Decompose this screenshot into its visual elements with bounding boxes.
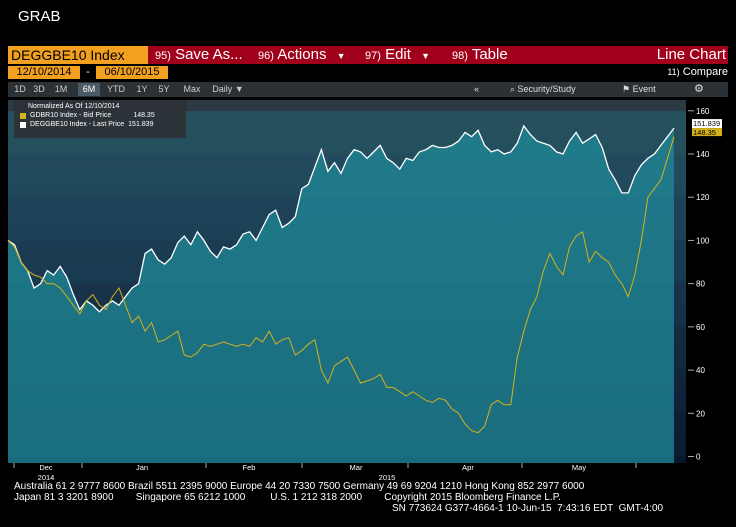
- legend-value-deggbe10: 151.839: [128, 121, 154, 128]
- y-tick-label-20: 20: [696, 409, 705, 418]
- y-tick-label-100: 100: [696, 236, 710, 245]
- x-month-label-mar: Mar: [350, 463, 363, 472]
- y-tick-label-160: 160: [696, 107, 710, 116]
- legend-header: Normalized As Of 12/10/2014: [28, 103, 120, 110]
- x-month-label-feb: Feb: [243, 463, 256, 472]
- chart-legend: Normalized As Of 12/10/2014 GDBR10 Index…: [14, 100, 186, 138]
- footer-contacts-line-2: Japan 81 3 3201 8900 Singapore 65 6212 1…: [14, 492, 561, 503]
- legend-swatch-yellow: [20, 112, 26, 119]
- y-tick-label-140: 140: [696, 150, 710, 159]
- y-tick-label-40: 40: [696, 366, 705, 375]
- legend-item-gdbr10: GDBR10 Index - Bid Price 148.35: [14, 112, 186, 119]
- legend-value-gdbr10: 148.35: [133, 112, 155, 119]
- x-month-label-dec: Dec: [39, 463, 53, 472]
- price-chart: 020406080100120140160151.839148.35Dec Jan…: [7, 100, 728, 482]
- y-tick-label-120: 120: [696, 193, 710, 202]
- x-month-label-may: May: [572, 463, 586, 472]
- x-month-label-jan: Jan: [136, 463, 148, 472]
- x-month-label-apr: Apr: [462, 463, 474, 472]
- footer-session-line: SN 773624 G377-4664-1 10-Jun-15 7:43:16 …: [392, 503, 664, 514]
- legend-item-deggbe10: DEGGBE10 Index - Last Price 151.839: [14, 121, 186, 128]
- last-value-label-gdbr10: 148.35: [693, 128, 716, 137]
- x-axis-background: [8, 463, 728, 479]
- footer-contacts-line-1: Australia 61 2 9777 8600 Brazil 5511 239…: [14, 481, 585, 492]
- y-tick-label-60: 60: [696, 323, 705, 332]
- legend-label-deggbe10: DEGGBE10 Index - Last Price: [30, 121, 125, 128]
- legend-swatch-white: [20, 121, 26, 128]
- y-tick-label-0: 0: [696, 453, 701, 462]
- legend-label-gdbr10: GDBR10 Index - Bid Price: [30, 112, 112, 119]
- last-value-label-deggbe10: 151.839: [693, 119, 720, 128]
- y-tick-label-80: 80: [696, 280, 705, 289]
